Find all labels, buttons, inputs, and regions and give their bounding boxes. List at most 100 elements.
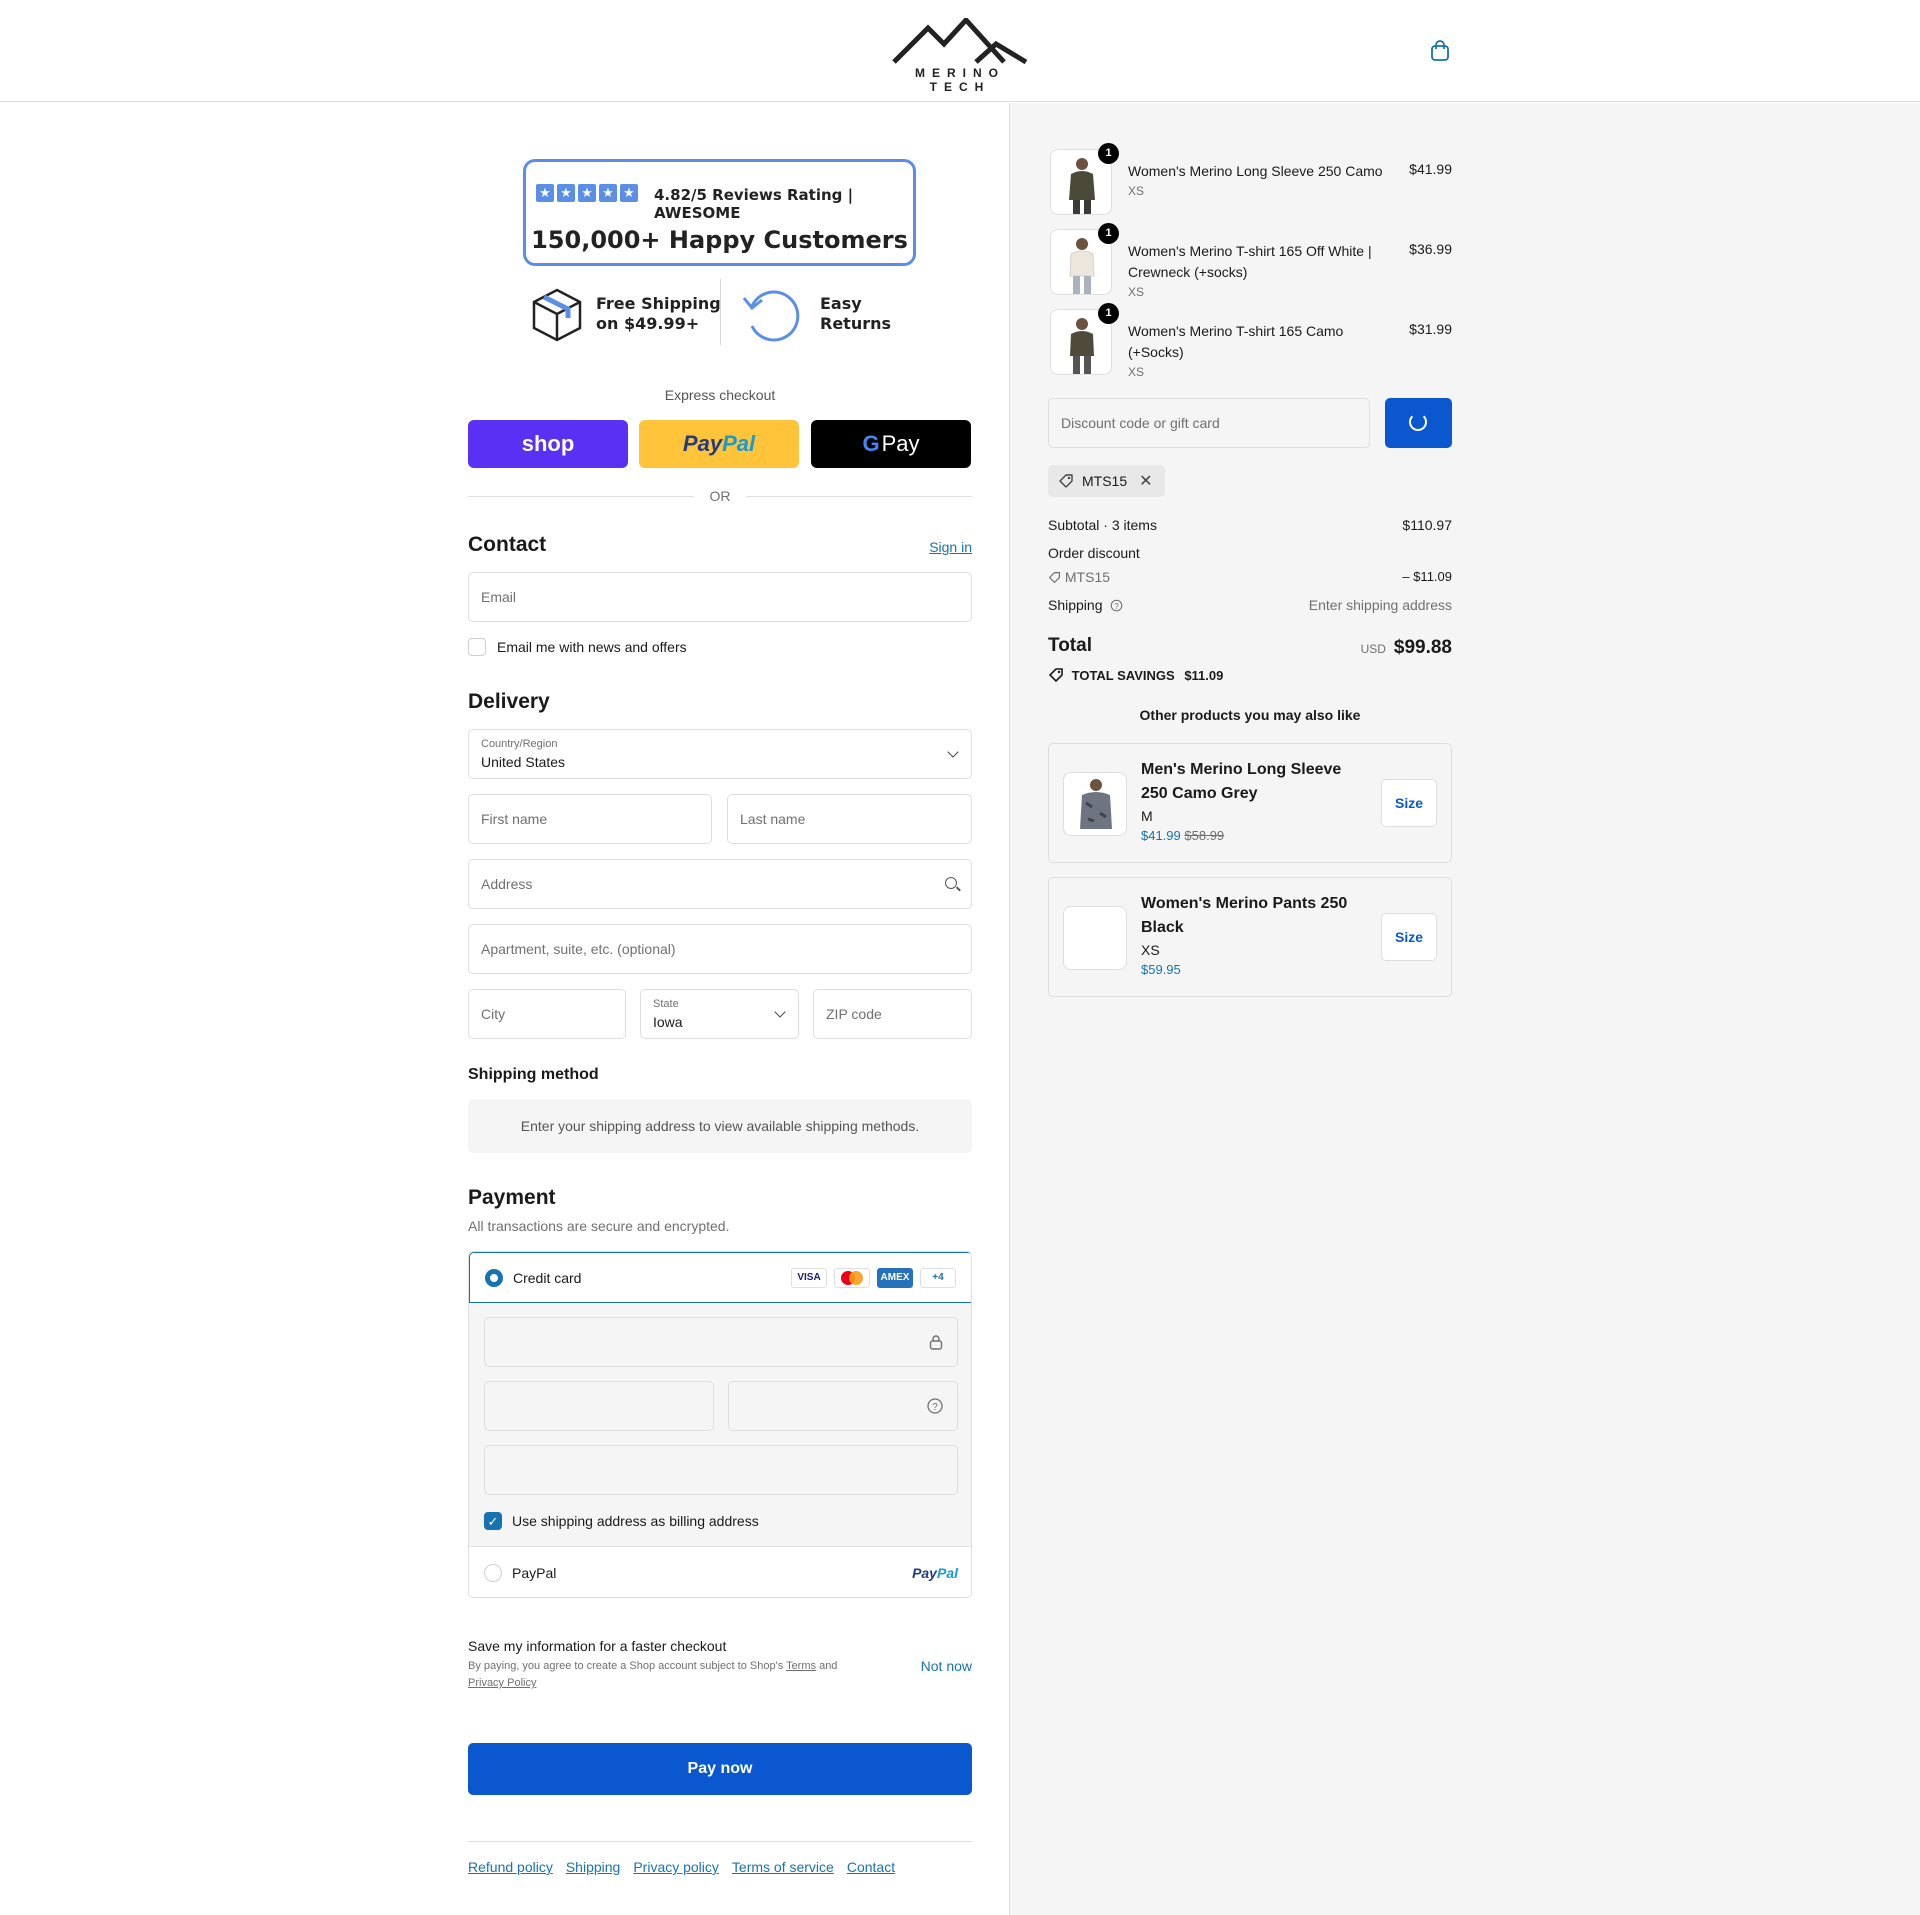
not-now-button[interactable]: Not now	[921, 1658, 972, 1674]
apartment-field[interactable]: Apartment, suite, etc. (optional)	[468, 924, 972, 974]
rating-stars: ★ ★ ★ ★ ★	[536, 184, 638, 202]
tag-icon	[1048, 668, 1063, 683]
shipping-line-1: Free Shipping	[596, 294, 721, 313]
save-info-title: Save my information for a faster checkou…	[468, 1638, 727, 1654]
help-circle-icon[interactable]: ?	[927, 1398, 943, 1414]
total-savings-row: TOTAL SAVINGS $11.09	[1048, 667, 1452, 683]
item-variant: XS	[1128, 285, 1145, 299]
quantity-badge: 1	[1098, 223, 1119, 244]
terms-link[interactable]: Terms	[786, 1660, 816, 1672]
billing-same-label: Use shipping address as billing address	[512, 1513, 759, 1529]
google-pay-button[interactable]: G Pay	[811, 420, 971, 468]
upsell-name: Women's Merino Pants 250 Black	[1141, 895, 1348, 936]
chevron-down-icon	[774, 1006, 786, 1018]
tag-icon	[1048, 572, 1060, 584]
contact-title: Contact	[468, 533, 547, 556]
delivery-title: Delivery	[468, 690, 550, 713]
apply-discount-button[interactable]	[1385, 398, 1452, 448]
size-button[interactable]: Size	[1381, 913, 1437, 961]
card-number-field[interactable]	[484, 1317, 958, 1367]
shipping-link[interactable]: Shipping	[566, 1859, 621, 1875]
newsletter-checkbox[interactable]	[468, 638, 486, 656]
size-button[interactable]: Size	[1381, 779, 1437, 827]
mastercard-icon	[834, 1268, 870, 1288]
address-placeholder: Address	[481, 876, 533, 892]
chevron-down-icon	[947, 746, 959, 758]
credit-card-option[interactable]: Credit card VISA AMEX +4	[469, 1252, 971, 1303]
country-select[interactable]: Country/Region United States	[468, 729, 972, 779]
apartment-placeholder: Apartment, suite, etc. (optional)	[481, 941, 676, 957]
currency-code: USD	[1360, 642, 1386, 656]
happy-customers: 150,000+ Happy Customers	[531, 226, 908, 254]
footer-links: Refund policy Shipping Privacy policy Te…	[468, 1859, 895, 1875]
address-field[interactable]: Address	[468, 859, 972, 909]
item-price: $36.99	[1409, 241, 1452, 257]
city-placeholder: City	[481, 1006, 506, 1022]
security-code-field[interactable]: ?	[728, 1381, 958, 1431]
privacy-link[interactable]: Privacy Policy	[468, 1677, 536, 1689]
item-name: Women's Merino T-shirt 165 Camo (+Socks)	[1128, 323, 1344, 360]
shop-pay-label: shop	[521, 431, 575, 456]
country-value: United States	[481, 754, 566, 770]
last-name-placeholder: Last name	[740, 811, 806, 827]
shop-pay-button[interactable]: shop	[468, 420, 628, 468]
shipping-line-2: on $49.99+	[596, 314, 700, 333]
sign-in-link[interactable]: Sign in	[929, 539, 972, 555]
credit-card-radio[interactable]	[485, 1269, 503, 1287]
item-name: Women's Merino Long Sleeve 250 Camo	[1128, 163, 1383, 179]
remove-code-close-icon[interactable]: ✕	[1139, 471, 1152, 491]
lock-icon	[929, 1335, 943, 1350]
payment-methods: Credit card VISA AMEX +4 ? ✓ Use shippin…	[468, 1251, 972, 1598]
upsell-title: Other products you may also like	[1139, 707, 1361, 723]
paypal-radio[interactable]	[484, 1564, 502, 1582]
help-circle-icon[interactable]: ?	[1110, 599, 1123, 612]
billing-same-checkbox[interactable]: ✓	[484, 1512, 502, 1530]
footer-divider	[468, 1841, 972, 1842]
terms-of-service-link[interactable]: Terms of service	[732, 1859, 834, 1875]
order-discount-row: Order discount	[1048, 545, 1452, 561]
star-icon: ★	[536, 184, 554, 202]
shopping-bag-icon[interactable]	[1430, 40, 1450, 62]
svg-text:?: ?	[1115, 602, 1120, 611]
expiration-field[interactable]	[484, 1381, 714, 1431]
name-on-card-field[interactable]	[484, 1445, 958, 1495]
paypal-option[interactable]: PayPal PayPal	[469, 1546, 971, 1597]
box-icon	[532, 288, 582, 342]
total-label: Total	[1048, 635, 1092, 656]
total-row: Total USD $99.88	[1048, 635, 1452, 658]
tag-icon	[1059, 474, 1073, 488]
paypal-logo-b: Pal	[936, 1565, 958, 1581]
newsletter-label: Email me with news and offers	[497, 639, 687, 655]
returns-line-2: Returns	[820, 314, 892, 333]
cart-item: 1 Women's Merino T-shirt 165 Camo (+Sock…	[1048, 303, 1452, 379]
state-select[interactable]: State Iowa	[640, 989, 799, 1039]
shipping-method-title: Shipping method	[468, 1066, 599, 1083]
paypal-express-button[interactable]: Pay Pal	[639, 420, 799, 468]
discount-code-input[interactable]: Discount code or gift card	[1048, 398, 1370, 448]
last-name-field[interactable]: Last name	[727, 794, 972, 844]
star-icon: ★	[578, 184, 596, 202]
svg-text:?: ?	[932, 1402, 938, 1413]
paypal-logo-a: Pay	[912, 1565, 937, 1581]
paypal-label-a: Pay	[682, 431, 723, 456]
discount-code-row: MTS15 – $11.09	[1048, 569, 1452, 585]
header: MERINO TECH	[0, 0, 1920, 102]
pay-now-button[interactable]: Pay now	[468, 1743, 972, 1795]
contact-link[interactable]: Contact	[847, 1859, 895, 1875]
first-name-field[interactable]: First name	[468, 794, 712, 844]
privacy-policy-link[interactable]: Privacy policy	[633, 1859, 719, 1875]
refund-policy-link[interactable]: Refund policy	[468, 1859, 553, 1875]
city-field[interactable]: City	[468, 989, 626, 1039]
paypal-label-b: Pal	[722, 431, 756, 456]
discount-placeholder: Discount code or gift card	[1061, 415, 1220, 431]
upsell-compare-price: $58.99	[1184, 828, 1225, 843]
amex-icon: AMEX	[877, 1268, 913, 1288]
upsell-card: Women's Merino Pants 250 Black XS $59.95…	[1048, 877, 1452, 997]
email-field[interactable]: Email	[468, 572, 972, 622]
brand-logo[interactable]: MERINO TECH	[888, 18, 1032, 94]
visa-icon: VISA	[791, 1268, 827, 1288]
country-label: Country/Region	[481, 738, 558, 750]
zip-field[interactable]: ZIP code	[813, 989, 972, 1039]
subtotal-label: Subtotal · 3 items	[1048, 517, 1157, 533]
item-name: Women's Merino T-shirt 165 Off White | C…	[1128, 243, 1372, 280]
